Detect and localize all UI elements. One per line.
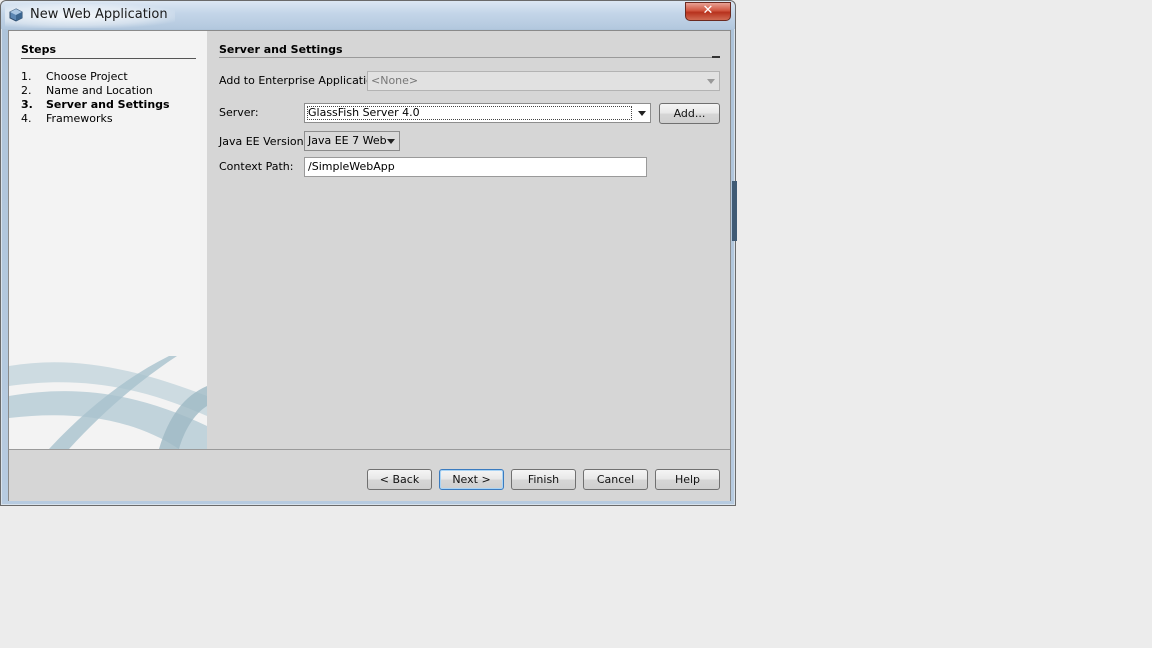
title-bar[interactable]: New Web Application ✕ xyxy=(1,1,735,29)
chevron-down-icon xyxy=(638,111,646,116)
panel-title: Server and Settings xyxy=(219,43,343,56)
step-choose-project: 1. Choose Project xyxy=(21,70,128,83)
steps-title: Steps xyxy=(21,43,57,56)
enterprise-app-value: <None> xyxy=(371,74,419,87)
finish-button[interactable]: Finish xyxy=(511,469,576,490)
back-button[interactable]: < Back xyxy=(367,469,432,490)
enterprise-app-select[interactable]: <None> xyxy=(367,71,720,91)
enterprise-app-label: Add to Enterprise Application: xyxy=(219,74,384,87)
focus-indicator xyxy=(307,106,632,120)
javaee-version-label: Java EE Version: xyxy=(219,135,308,148)
chevron-down-icon xyxy=(387,139,395,144)
cancel-button[interactable]: Cancel xyxy=(583,469,648,490)
new-web-application-dialog: New Web Application ✕ Steps 1. Choose Pro… xyxy=(0,0,737,506)
panel-title-divider xyxy=(219,57,719,58)
window-title: New Web Application xyxy=(30,7,168,22)
steps-panel: Steps 1. Choose Project 2. Name and Locati… xyxy=(9,31,207,449)
button-bar: < Back Next > Finish Cancel Help xyxy=(9,449,730,501)
dialog-client-area: Steps 1. Choose Project 2. Name and Locati… xyxy=(8,30,731,501)
step-frameworks: 4. Frameworks xyxy=(21,112,113,125)
panel-title-divider-end xyxy=(712,56,720,58)
javaee-version-value: Java EE 7 Web xyxy=(308,134,387,147)
step-server-and-settings: 3. Server and Settings xyxy=(21,98,170,111)
context-path-label: Context Path: xyxy=(219,160,294,173)
swoosh-graphic xyxy=(9,356,207,449)
context-path-input[interactable]: /SimpleWebApp xyxy=(304,157,647,177)
app-cube-icon xyxy=(9,8,23,22)
server-label: Server: xyxy=(219,106,259,119)
help-button[interactable]: Help xyxy=(655,469,720,490)
steps-divider xyxy=(21,58,196,59)
server-settings-panel: Server and Settings Add to Enterprise Ap… xyxy=(207,31,730,449)
chevron-down-icon xyxy=(707,79,715,84)
next-button[interactable]: Next > xyxy=(439,469,504,490)
close-icon: ✕ xyxy=(702,3,714,18)
close-button[interactable]: ✕ xyxy=(685,2,731,21)
step-name-and-location: 2. Name and Location xyxy=(21,84,153,97)
server-select[interactable]: GlassFish Server 4.0 xyxy=(304,103,651,123)
add-server-button[interactable]: Add... xyxy=(659,103,720,124)
javaee-version-select[interactable]: Java EE 7 Web xyxy=(304,131,400,151)
window-frame-accent xyxy=(732,181,737,241)
